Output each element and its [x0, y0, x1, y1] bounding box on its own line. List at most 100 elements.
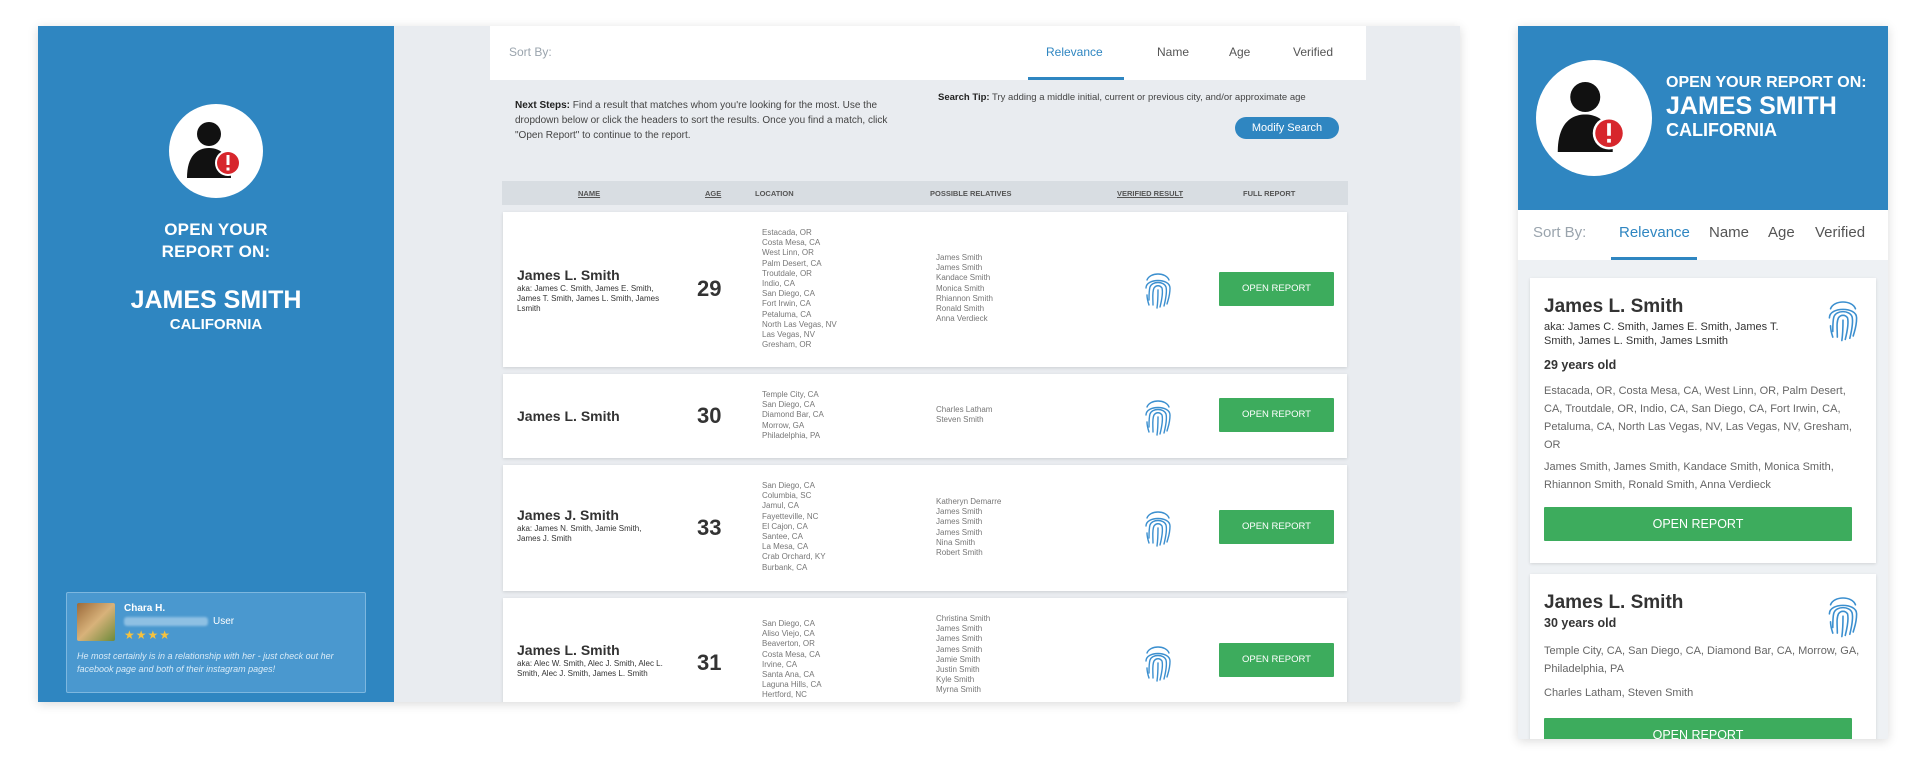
col-verified[interactable]: VERIFIED RESULT: [1117, 189, 1183, 198]
tab-verified[interactable]: Verified: [1815, 224, 1865, 241]
open-report-button[interactable]: OPEN REPORT: [1219, 398, 1334, 432]
tab-relevance[interactable]: Relevance: [1619, 224, 1690, 241]
fingerprint-icon: [1145, 273, 1171, 309]
mobile-screen: OPEN YOUR REPORT ON: JAMES SMITH CALIFOR…: [1518, 26, 1888, 739]
fingerprint-icon: [1145, 511, 1171, 547]
list-item: Jamie Smith: [936, 654, 981, 664]
subject-state: CALIFORNIA: [1666, 120, 1777, 140]
list-item: Philadelphia, PA: [762, 430, 821, 440]
col-relatives: POSSIBLE RELATIVES: [930, 189, 1012, 198]
list-item: El Cajon, CA: [762, 521, 808, 531]
active-tab-underline: [1028, 77, 1124, 80]
search-tip: Search Tip: Try adding a middle initial,…: [938, 92, 1338, 103]
list-item: Hertford, NC: [762, 690, 807, 700]
modify-search-button[interactable]: Modify Search: [1235, 117, 1339, 139]
list-item: West Linn, OR: [762, 248, 814, 258]
list-item: Palm Desert, CA: [762, 258, 822, 268]
result-locations: San Diego, CA Columbia, SC Jamul, CA Fayett…: [762, 481, 826, 573]
list-item: James Smith: [936, 517, 983, 527]
list-item: Troutdale, OR: [762, 268, 812, 278]
list-item: James Smith: [936, 263, 983, 273]
list-item: Columbia, SC: [762, 491, 812, 501]
desktop-screen: OPEN YOUR REPORT ON: JAMES SMITH CALIFOR…: [38, 26, 1460, 702]
result-locations: Temple City, CA San Diego, CA Diamond Bar,…: [762, 390, 824, 441]
result-relatives: Katheryn Demarre James Smith James Smith Ja…: [936, 497, 1001, 558]
tab-name[interactable]: Name: [1157, 45, 1189, 59]
list-item: Crab Orchard, KY: [762, 552, 826, 562]
result-name: James L. Smith: [517, 408, 620, 424]
search-tip-text: Try adding a middle initial, current or …: [992, 92, 1306, 103]
next-steps: Next Steps: Find a result that matches w…: [515, 98, 917, 143]
fingerprint-icon: [1145, 646, 1171, 682]
result-aka: aka: Alec W. Smith, Alec J. Smith, Alec …: [517, 659, 663, 678]
list-item: Kandace Smith: [936, 273, 991, 283]
result-relatives: Charles Latham Steven Smith: [936, 405, 992, 425]
list-item: Temple City, CA: [762, 390, 819, 399]
open-line-1: OPEN YOUR: [164, 220, 268, 239]
list-item: Christina Smith: [936, 614, 991, 623]
tab-age[interactable]: Age: [1768, 224, 1795, 241]
sort-label: Sort By:: [1533, 224, 1587, 241]
open-report-button[interactable]: OPEN REPORT: [1219, 272, 1334, 306]
result-age: 33: [697, 515, 722, 540]
list-item: Laguna Hills, CA: [762, 680, 822, 690]
list-item: La Mesa, CA: [762, 542, 809, 552]
list-item: Indio, CA: [762, 279, 795, 289]
person-alert-icon: [1557, 82, 1626, 152]
testimonial-role: User: [213, 616, 235, 627]
result-aka: aka: James C. Smith, James E. Smith, Jam…: [1544, 321, 1779, 347]
result-row: James L. Smith 30 Temple City, CA San Die…: [503, 374, 1347, 458]
list-item: San Diego, CA: [762, 400, 815, 410]
result-card: James L. Smith 30 years old Temple City,…: [1530, 574, 1876, 739]
list-item: Fayetteville, NC: [762, 511, 819, 521]
list-item: Estacada, OR: [762, 228, 812, 237]
open-report-button[interactable]: OPEN REPORT: [1544, 507, 1852, 541]
col-location: LOCATION: [755, 189, 794, 198]
list-item: Gresham, OR: [762, 340, 812, 350]
open-report-button[interactable]: OPEN REPORT: [1544, 718, 1852, 739]
sort-bar: Sort By: Relevance Name Age Verified: [1518, 210, 1888, 260]
results-main: Sort By: Relevance Name Age Verified Nex…: [394, 26, 1460, 702]
tab-relevance[interactable]: Relevance: [1046, 45, 1103, 59]
tab-verified[interactable]: Verified: [1293, 45, 1333, 59]
sort-bar: Sort By: Relevance Name Age Verified: [490, 26, 1366, 80]
result-locations: Estacada, OR Costa Mesa, CA West Linn, OR P…: [762, 228, 837, 350]
col-name[interactable]: NAME: [578, 189, 600, 198]
open-report-button[interactable]: OPEN REPORT: [1219, 643, 1334, 677]
list-item: Burbank, CA: [762, 562, 808, 572]
result-locations: Temple City, CA, San Diego, CA, Diamond …: [1544, 645, 1860, 675]
list-item: Katheryn Demarre: [936, 497, 1002, 506]
open-report-button[interactable]: OPEN REPORT: [1219, 510, 1334, 544]
list-item: James Smith: [936, 507, 983, 517]
result-name: James J. Smith: [517, 507, 619, 523]
person-alert-icon: [187, 122, 241, 178]
list-item: Las Vegas, NV: [762, 330, 815, 340]
results-table-header: NAME AGE LOCATION POSSIBLE RELATIVES VER…: [502, 181, 1348, 205]
tab-age[interactable]: Age: [1229, 45, 1250, 59]
result-row: James J. Smith aka: James N. Smith, Jami…: [503, 465, 1347, 591]
result-card: James L. Smith aka: James C. Smith, Jame…: [1530, 278, 1876, 563]
list-item: Rhiannon Smith: [936, 293, 993, 303]
fingerprint-icon: [1828, 301, 1858, 342]
testimonial-card: Chara H. User ★★★★ He most certainly is …: [66, 592, 366, 693]
testimonial-name: Chara H.: [124, 603, 166, 614]
list-item: Morrow, GA: [762, 420, 805, 430]
open-line-2: REPORT ON:: [161, 242, 271, 261]
result-row: James L. Smith aka: James C. Smith, Jame…: [503, 212, 1347, 367]
list-item: James Smith: [936, 644, 983, 654]
list-item: Anna Verdieck: [936, 314, 988, 324]
list-item: James Smith: [936, 624, 983, 634]
col-full-report: FULL REPORT: [1243, 189, 1296, 198]
testimonial-quote: He most certainly is in a relationship w…: [77, 651, 334, 674]
list-item: San Diego, CA: [762, 289, 815, 299]
list-item: Costa Mesa, CA: [762, 649, 821, 659]
avatar: [169, 104, 263, 198]
col-age[interactable]: AGE: [705, 189, 721, 198]
result-age: 30 years old: [1544, 616, 1617, 630]
result-relatives: Christina Smith James Smith James Smith Jam…: [936, 614, 990, 696]
result-age: 29: [697, 276, 722, 301]
list-item: Costa Mesa, CA: [762, 238, 821, 248]
list-item: Santa Ana, CA: [762, 670, 815, 680]
list-item: Steven Smith: [936, 415, 984, 425]
tab-name[interactable]: Name: [1709, 224, 1749, 241]
